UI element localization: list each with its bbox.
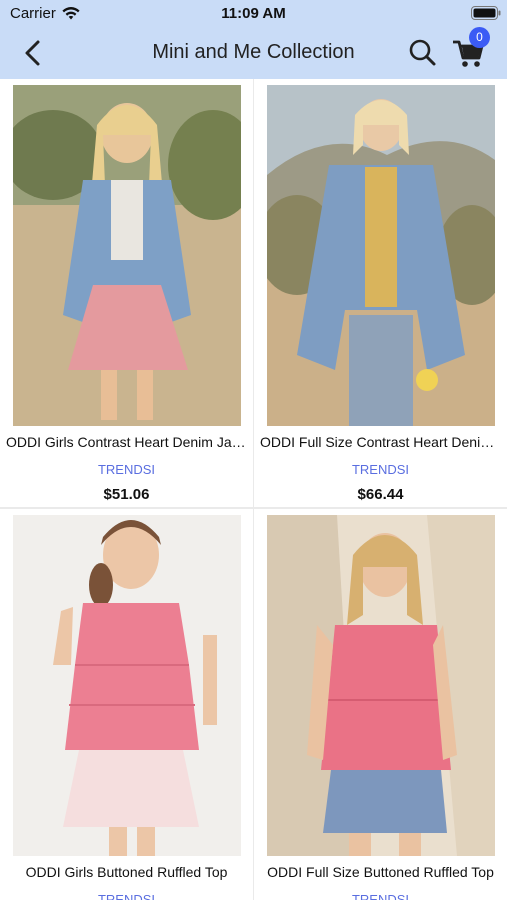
product-name: ODDI Girls Buttoned Ruffled Top — [25, 864, 228, 880]
product-name: ODDI Full Size Contrast Heart Denim Jack… — [260, 434, 501, 450]
search-button[interactable] — [406, 36, 440, 70]
product-grid: ODDI Girls Contrast Heart Denim Jacket T… — [0, 79, 507, 900]
product-image — [267, 515, 495, 856]
cart-count-badge: 0 — [469, 27, 490, 48]
product-image — [267, 85, 495, 426]
product-card[interactable]: ODDI Girls Buttoned Ruffled Top TRENDSI — [0, 509, 253, 900]
product-card[interactable]: ODDI Girls Contrast Heart Denim Jacket T… — [0, 79, 253, 507]
nav-bar: Mini and Me Collection — [0, 28, 507, 79]
product-card[interactable]: ODDI Full Size Buttoned Ruffled Top TREN… — [254, 509, 507, 900]
product-image — [13, 515, 241, 856]
search-icon — [409, 39, 436, 66]
product-brand: TRENDSI — [351, 462, 410, 477]
product-brand: TRENDSI — [351, 892, 410, 900]
product-name: ODDI Full Size Buttoned Ruffled Top — [267, 864, 494, 880]
battery-icon — [471, 6, 501, 20]
clock: 11:09 AM — [221, 5, 286, 22]
product-price: $51.06 — [103, 486, 150, 503]
product-brand: TRENDSI — [97, 892, 156, 900]
header: Carrier 11:09 AM Mini and Me Collection — [0, 0, 507, 79]
product-card[interactable]: ODDI Full Size Contrast Heart Denim Jack… — [254, 79, 507, 507]
product-brand: TRENDSI — [97, 462, 156, 477]
product-name: ODDI Girls Contrast Heart Denim Jacket — [6, 434, 247, 450]
product-image — [13, 85, 241, 426]
product-price: $66.44 — [357, 486, 404, 503]
status-bar: Carrier 11:09 AM — [0, 0, 507, 28]
